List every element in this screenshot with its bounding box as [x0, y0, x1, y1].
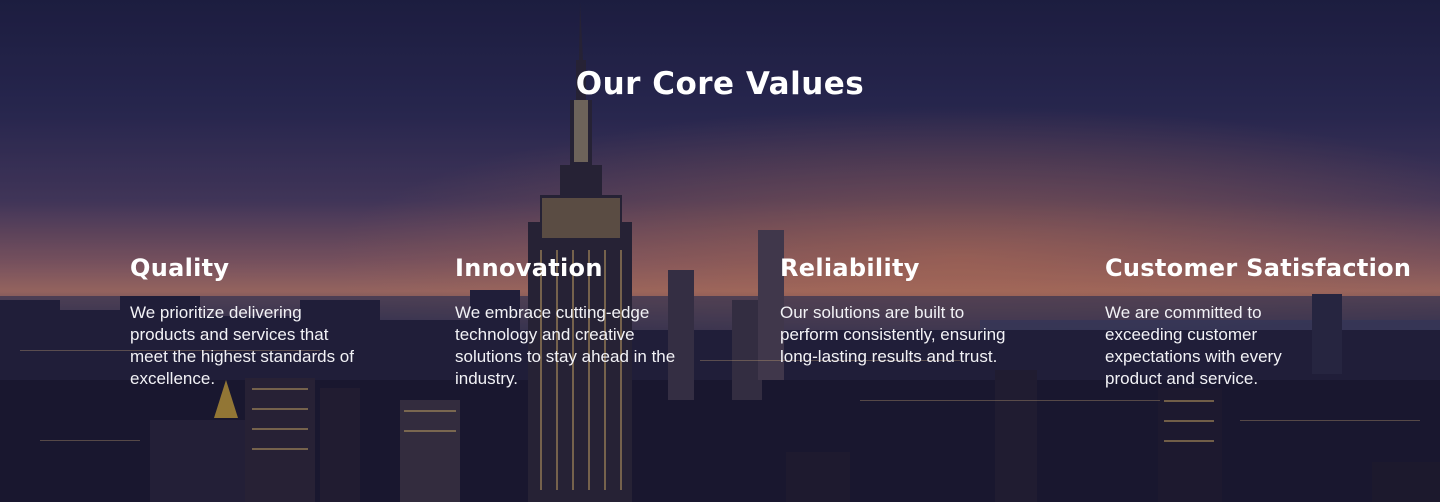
value-description: We prioritize delivering products and se…: [130, 303, 354, 388]
value-card-customer-satisfaction: Customer Satisfaction We are committed t…: [1105, 254, 1430, 390]
value-title: Innovation: [455, 254, 603, 282]
value-title: Customer Satisfaction: [1105, 254, 1412, 282]
value-card-innovation: Innovation We embrace cutting-edge techn…: [455, 254, 780, 390]
value-card-quality: Quality We prioritize delivering product…: [130, 254, 455, 390]
values-list: Quality We prioritize delivering product…: [130, 254, 1430, 390]
value-card-reliability: Reliability Our solutions are built to p…: [780, 254, 1105, 390]
value-description: Our solutions are built to perform consi…: [780, 303, 1006, 366]
value-description: We embrace cutting-edge technology and c…: [455, 303, 676, 388]
value-description: We are committed to exceeding customer e…: [1105, 303, 1282, 388]
core-values-section: Our Core Values Quality We prioritize de…: [0, 0, 1440, 502]
value-title: Reliability: [780, 254, 920, 282]
value-title: Quality: [130, 254, 230, 282]
section-title: Our Core Values: [575, 66, 865, 102]
